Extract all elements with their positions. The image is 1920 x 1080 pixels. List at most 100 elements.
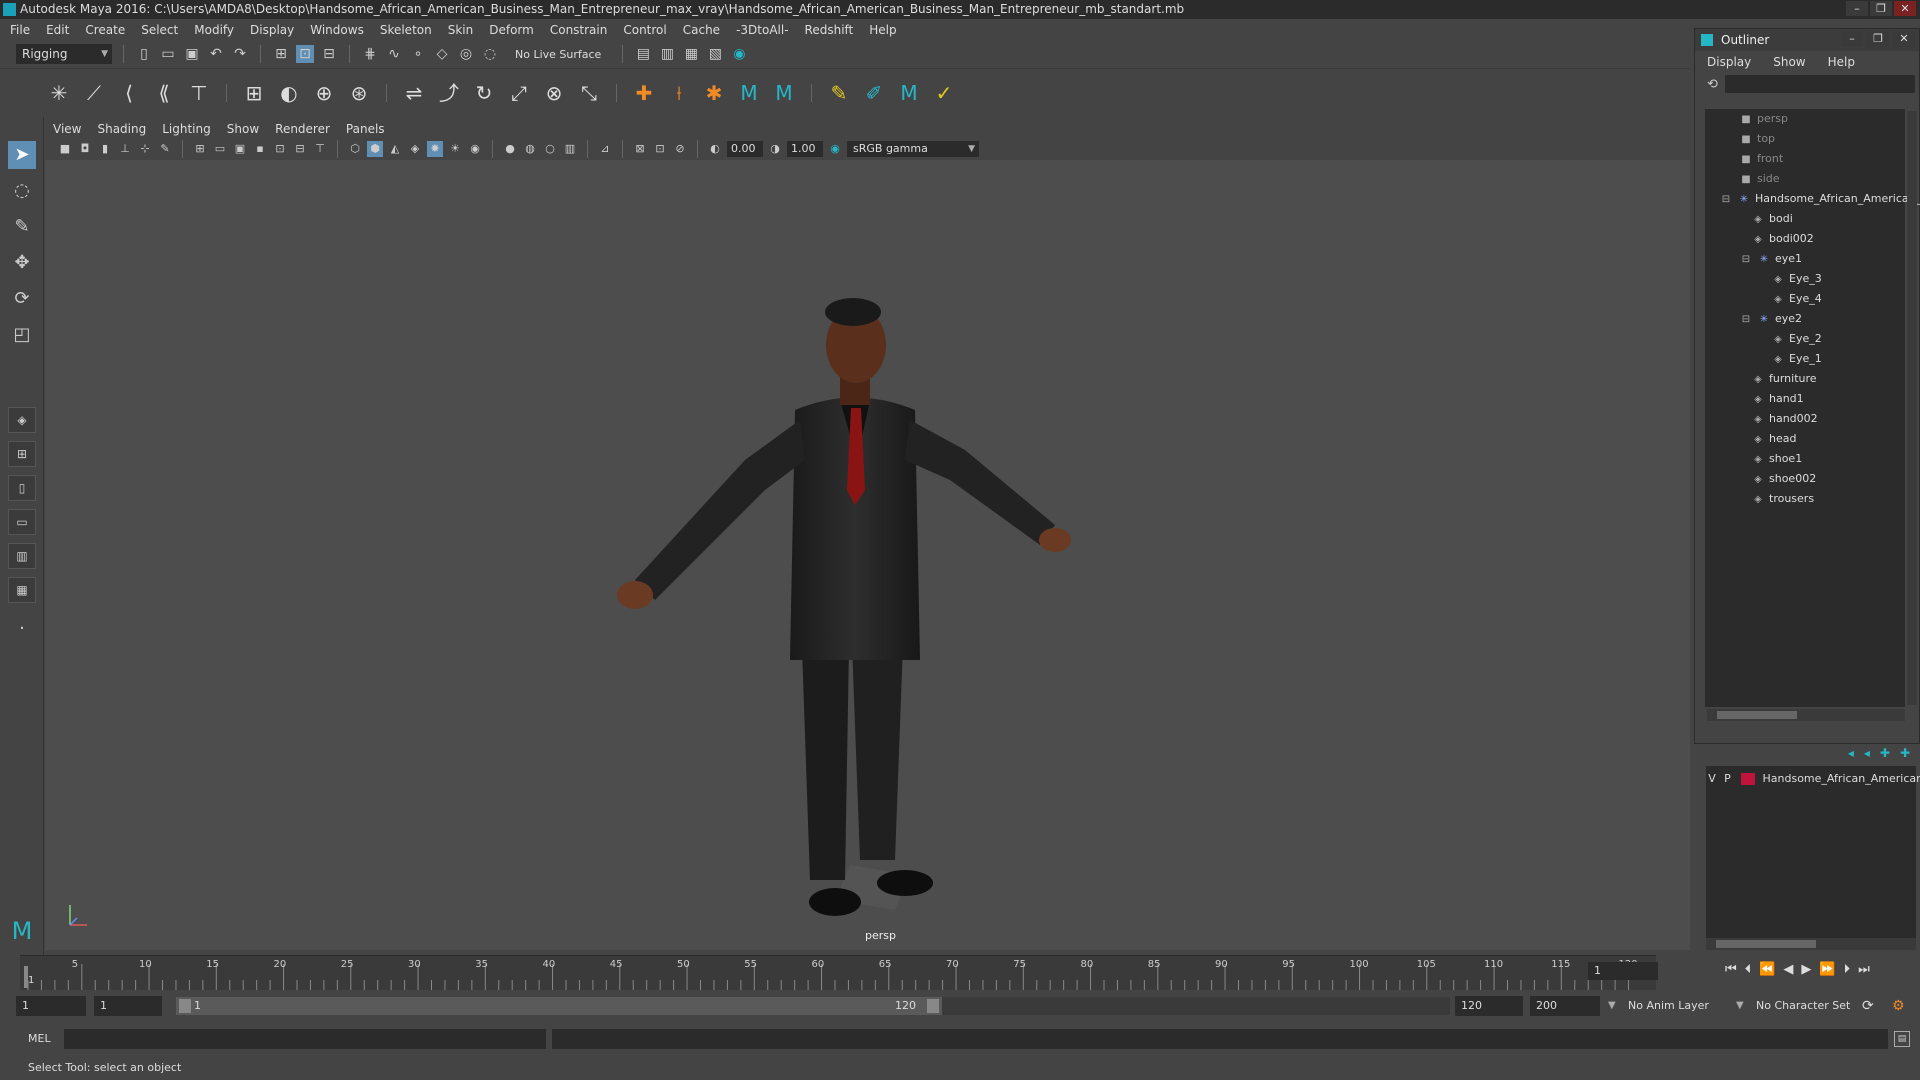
viewport-menu-show[interactable]: Show — [227, 122, 259, 136]
ik-spline-icon[interactable]: ⟨ — [116, 80, 142, 106]
menu-deform[interactable]: Deform — [489, 23, 534, 37]
close-icon[interactable]: ✕ — [1893, 31, 1915, 47]
viewport-menu-renderer[interactable]: Renderer — [275, 122, 330, 136]
menu-modify[interactable]: Modify — [194, 23, 234, 37]
redo-icon[interactable]: ↷ — [231, 45, 249, 63]
point-constraint-icon[interactable]: ⇌ — [401, 80, 427, 106]
viewport-menu-lighting[interactable]: Lighting — [162, 122, 211, 136]
orient-constraint-icon[interactable]: ↻ — [471, 80, 497, 106]
tree-item-trousers[interactable]: ◈ trousers — [1751, 489, 1814, 509]
tree-item-eye-1[interactable]: ◈ Eye_1 — [1771, 349, 1822, 369]
new-layer-icon[interactable]: ✚ — [1880, 746, 1890, 762]
rig-tool-icon[interactable]: ✱ — [701, 80, 727, 106]
restore-icon[interactable]: ❐ — [1867, 31, 1889, 47]
checkmark-icon[interactable]: ✓ — [931, 80, 957, 106]
new-scene-icon[interactable]: ▯ — [135, 45, 153, 63]
save-scene-icon[interactable]: ▣ — [183, 45, 201, 63]
select-by-component-icon[interactable]: ⊟ — [320, 45, 338, 63]
outliner-horizontal-scrollbar[interactable] — [1707, 709, 1905, 721]
menu-constrain[interactable]: Constrain — [550, 23, 608, 37]
render-frame-icon[interactable]: ▦ — [682, 45, 700, 63]
backface-culling-icon[interactable]: ⊘ — [672, 141, 688, 157]
hypershade-icon[interactable]: ◉ — [730, 45, 748, 63]
new-layer-selected-icon[interactable]: ✚ — [1900, 746, 1910, 762]
move-layer-up-icon[interactable]: ◂ — [1848, 746, 1854, 762]
film-gate-icon[interactable]: ▭ — [212, 141, 228, 157]
scroll-thumb[interactable] — [1716, 940, 1816, 948]
cluster-icon[interactable]: ⊛ — [346, 80, 372, 106]
maya-tool-icon[interactable]: M — [736, 80, 762, 106]
tree-item-furniture[interactable]: ◈ furniture — [1751, 369, 1816, 389]
exposure-icon[interactable]: ◐ — [707, 141, 723, 157]
select-by-object-icon[interactable]: ⊡ — [296, 45, 314, 63]
menu-create[interactable]: Create — [85, 23, 125, 37]
maya-tool-3-icon[interactable]: M — [896, 80, 922, 106]
tree-item-eye-2[interactable]: ◈ Eye_2 — [1771, 329, 1822, 349]
outliner-vertical-scrollbar[interactable] — [1907, 111, 1917, 705]
render-settings-icon[interactable]: ▤ — [634, 45, 652, 63]
outliner-menu-display[interactable]: Display — [1707, 55, 1751, 69]
viewport-menu-shading[interactable]: Shading — [97, 122, 146, 136]
range-start-handle[interactable] — [179, 999, 191, 1013]
select-camera-icon[interactable]: ■ — [57, 141, 73, 157]
tree-item-persp[interactable]: ■ persp — [1739, 109, 1788, 129]
tree-item-hand1[interactable]: ◈ hand1 — [1751, 389, 1804, 409]
step-forward-frame-icon[interactable]: ⏩ — [1819, 962, 1835, 977]
playback-end-field[interactable]: 120 — [1455, 996, 1523, 1016]
range-end-handle[interactable] — [927, 999, 939, 1013]
wireframe-on-shaded-icon[interactable]: ◭ — [387, 141, 403, 157]
tree-item-bodi002[interactable]: ◈ bodi002 — [1751, 229, 1814, 249]
script-editor-icon[interactable]: ▤ — [1894, 1031, 1910, 1047]
layer-color-swatch[interactable] — [1741, 773, 1755, 785]
multisample-aa-icon[interactable]: ◍ — [522, 141, 538, 157]
scale-constraint-icon[interactable]: ⤢ — [506, 80, 532, 106]
menu-control[interactable]: Control — [623, 23, 666, 37]
collapse-icon[interactable]: ⊟ — [1719, 190, 1733, 210]
step-back-key-icon[interactable]: ⏴ — [1745, 962, 1752, 977]
outliner-persp-layout-icon[interactable]: ▥ — [8, 543, 36, 569]
more-layouts-icon[interactable]: · — [8, 615, 36, 643]
scroll-thumb[interactable] — [1717, 711, 1797, 719]
tree-item-eye1[interactable]: ⊟ ✳ eye1 — [1739, 249, 1802, 269]
tree-item-eye2[interactable]: ⊟ ✳ eye2 — [1739, 309, 1802, 329]
xray-icon[interactable]: ▥ — [562, 141, 578, 157]
step-forward-key-icon[interactable]: ⏵ — [1844, 962, 1851, 977]
minimize-icon[interactable]: – — [1846, 1, 1868, 16]
tree-item-side[interactable]: ■ side — [1739, 169, 1779, 189]
close-icon[interactable]: ✕ — [1894, 1, 1916, 16]
undo-icon[interactable]: ↶ — [207, 45, 225, 63]
animation-end-field[interactable]: 200 — [1530, 996, 1600, 1016]
wireframe-icon[interactable]: ⬡ — [347, 141, 363, 157]
menu-edit[interactable]: Edit — [46, 23, 69, 37]
menu-cache[interactable]: Cache — [683, 23, 720, 37]
collapse-icon[interactable]: ⊟ — [1739, 310, 1753, 330]
safe-action-icon[interactable]: ⊟ — [292, 141, 308, 157]
menu-set-dropdown[interactable]: Rigging ▼ — [16, 44, 112, 64]
gamma-field[interactable]: 1.00 — [787, 141, 823, 157]
hypershade-layout-icon[interactable]: ▦ — [8, 577, 36, 603]
grease-pencil-icon[interactable]: ✎ — [157, 141, 173, 157]
command-input[interactable] — [64, 1029, 546, 1049]
collapse-icon[interactable]: ⊟ — [1739, 250, 1753, 270]
tree-item-hand002[interactable]: ◈ hand002 — [1751, 409, 1818, 429]
lasso-tool-icon[interactable]: ◌ — [8, 177, 36, 205]
menu-display[interactable]: Display — [250, 23, 294, 37]
view-transform-dropdown[interactable]: sRGB gamma ▼ — [847, 141, 979, 157]
bookmark-icon[interactable]: ▮ — [97, 141, 113, 157]
gamma-icon[interactable]: ◑ — [767, 141, 783, 157]
four-view-layout-icon[interactable]: ⊞ — [8, 441, 36, 467]
screen-space-ao-icon[interactable]: ◉ — [467, 141, 483, 157]
rotate-tool-icon[interactable]: ⟳ — [8, 285, 36, 313]
range-slider[interactable]: 1 120 — [176, 997, 942, 1015]
layer-playback-toggle[interactable]: P — [1722, 770, 1734, 788]
exposure-field[interactable]: 0.00 — [727, 141, 763, 157]
single-perspective-layout-icon[interactable]: ◈ — [8, 407, 36, 433]
play-forward-icon[interactable]: ▶ — [1801, 962, 1811, 977]
outliner-search-input[interactable] — [1725, 75, 1915, 93]
perspective-viewport[interactable]: persp — [45, 160, 1690, 950]
ipr-render-icon[interactable]: ▧ — [706, 45, 724, 63]
tree-item-root[interactable]: ⊟ ✳ Handsome_African_American_Business_Man — [1719, 189, 1920, 209]
gate-mask-icon[interactable]: ▪ — [252, 141, 268, 157]
snap-grid-icon[interactable]: ⋕ — [361, 45, 379, 63]
pole-vector-icon[interactable]: ⤡ — [576, 80, 602, 106]
